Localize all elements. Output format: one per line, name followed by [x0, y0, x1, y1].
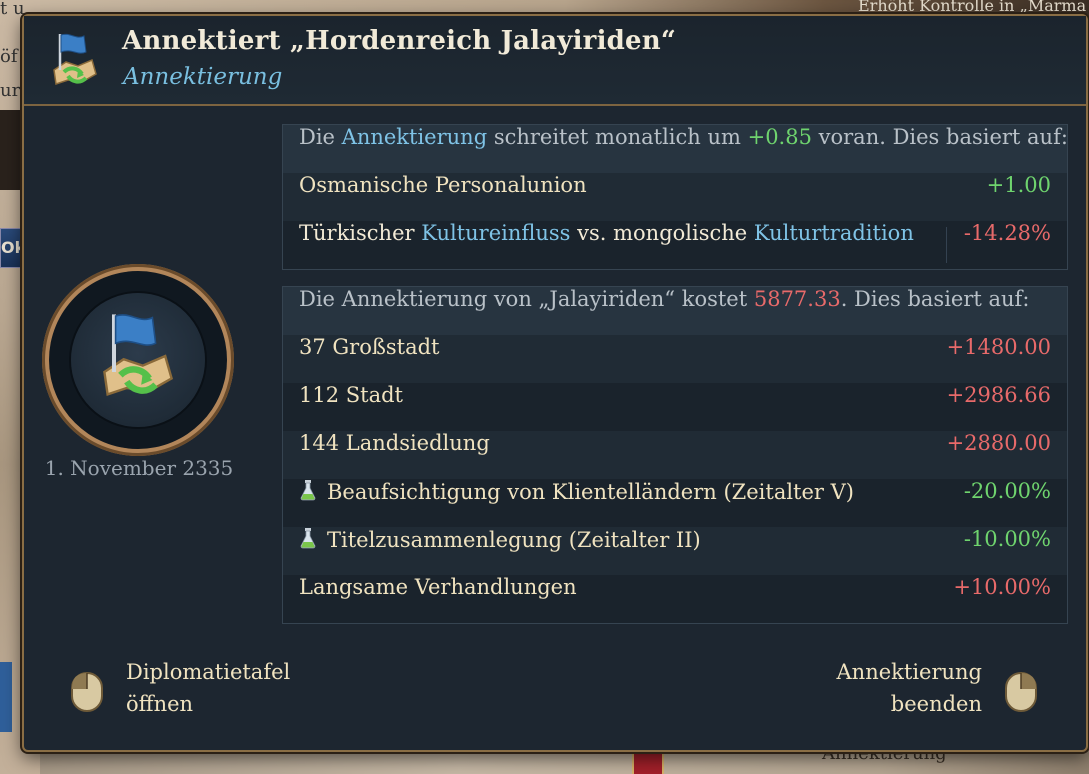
row-label: Titelzusammenlegung (Zeitalter II) [327, 528, 701, 552]
cost-row: Titelzusammenlegung (Zeitalter II) -10.0… [283, 527, 1067, 575]
bg-ok-button[interactable]: Ok [0, 228, 25, 268]
progress-intro: Die Annektierung schreitet monatlich um … [283, 125, 1067, 173]
bg-text: ur [0, 80, 21, 101]
row-label: Langsame Verhandlungen [299, 575, 577, 599]
flask-icon [300, 528, 316, 549]
right-mouse-icon [1005, 672, 1037, 712]
annex-emblem [42, 264, 234, 456]
flask-icon [300, 480, 316, 501]
bg-notification-text[interactable]: Erhöht Kontrolle in „Marma [858, 0, 1086, 15]
column-divider [946, 227, 947, 263]
annexation-cost-value: 5877.33 [753, 287, 841, 311]
row-value: +2880.00 [946, 431, 1051, 455]
cost-row: Beaufsichtigung von Klientelländern (Zei… [283, 479, 1067, 527]
annex-date: 1. November 2335 [44, 456, 234, 480]
row-value: +2986.66 [946, 383, 1051, 407]
bg-text: öf [0, 46, 18, 67]
culture-tradition-term[interactable]: Kulturtradition [754, 221, 914, 245]
action-label-line: öffnen [126, 692, 194, 716]
annexation-tooltip-panel: Annektiert „Hordenreich Jalayiriden“ Ann… [22, 14, 1088, 752]
action-label-line: beenden [890, 692, 982, 716]
intro-prefix: Die [299, 125, 342, 149]
row-value: +1.00 [986, 173, 1051, 197]
monthly-progress-value: +0.85 [747, 125, 812, 149]
intro-mid: schreitet monatlich um [487, 125, 748, 149]
row-label: 37 Großstadt [299, 335, 440, 359]
progress-row: Osmanische Personalunion +1.00 [283, 173, 1067, 221]
intro-suffix: voran. Dies basiert auf: [811, 125, 1067, 149]
row-label: 112 Stadt [299, 383, 403, 407]
bg-banner-icon [632, 750, 664, 774]
end-annexation-action[interactable]: Annektierung beenden [837, 656, 982, 720]
intro-prefix: Die Annektierung von „Jalayiriden“ koste… [299, 287, 754, 311]
cost-row: 144 Landsiedlung +2880.00 [283, 431, 1067, 479]
progress-row: Türkischer Kultureinfluss vs. mongolisch… [283, 221, 1067, 269]
cost-row: 112 Stadt +2986.66 [283, 383, 1067, 431]
row-value: +10.00% [953, 575, 1051, 599]
panel-header: Annektiert „Hordenreich Jalayiriden“ Ann… [24, 16, 1086, 106]
annexation-term[interactable]: Annektierung [342, 125, 487, 149]
row-label-part: Türkischer [299, 221, 422, 245]
intro-suffix: . Dies basiert auf: [840, 287, 1030, 311]
culture-influence-term[interactable]: Kultureinfluss [421, 221, 570, 245]
row-value: -20.00% [963, 479, 1051, 503]
row-value: -10.00% [963, 527, 1051, 551]
row-label: Osmanische Personalunion [299, 173, 587, 197]
action-label-line: Diplomatietafel [126, 660, 291, 684]
row-value: -14.28% [963, 221, 1051, 245]
bg-text: t u [0, 0, 25, 19]
row-label-part: vs. mongolische [570, 221, 754, 245]
cost-row: 37 Großstadt +1480.00 [283, 335, 1067, 383]
row-label: Beaufsichtigung von Klientelländern (Zei… [327, 480, 854, 504]
annex-flag-icon [103, 314, 174, 396]
left-mouse-icon [71, 672, 103, 712]
action-label-line: Annektierung [836, 660, 982, 684]
panel-title: Annektiert „Hordenreich Jalayiriden“ [122, 26, 677, 56]
annex-flag-icon [53, 33, 97, 85]
bg-blue-bar [0, 662, 12, 732]
cost-intro: Die Annektierung von „Jalayiriden“ koste… [283, 287, 1067, 335]
cost-row: Langsame Verhandlungen +10.00% [283, 575, 1067, 623]
open-diplomacy-action[interactable]: Diplomatietafel öffnen [126, 656, 290, 720]
cost-table: Die Annektierung von „Jalayiriden“ koste… [282, 286, 1068, 624]
row-value: +1480.00 [946, 335, 1051, 359]
progress-table: Die Annektierung schreitet monatlich um … [282, 124, 1068, 270]
row-label: 144 Landsiedlung [299, 431, 490, 455]
panel-subtitle: Annektierung [123, 64, 283, 90]
